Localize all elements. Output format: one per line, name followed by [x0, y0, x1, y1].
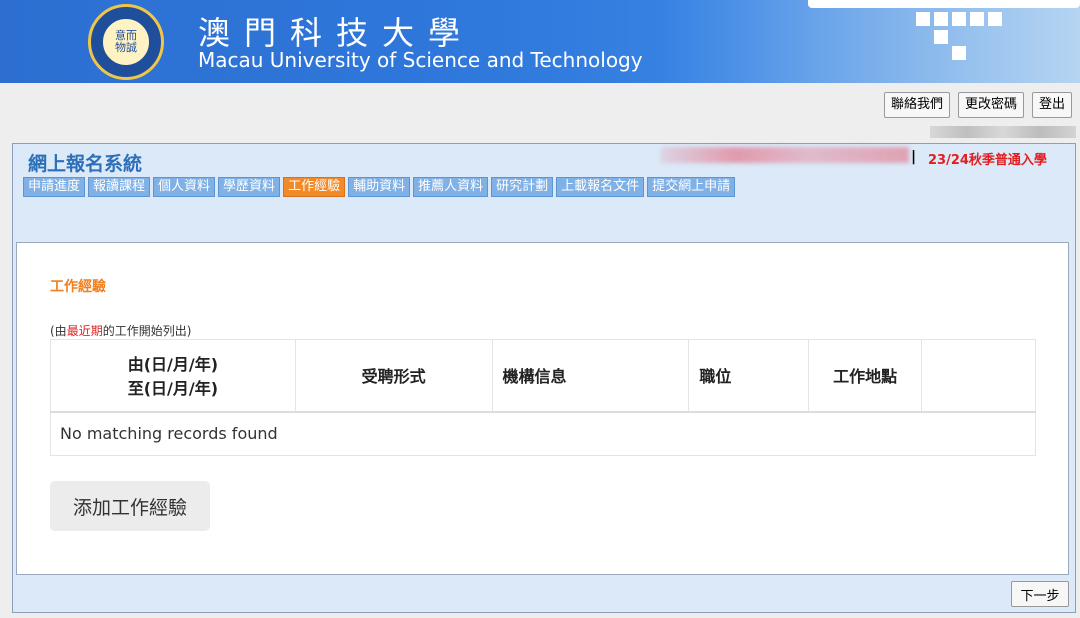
- column-header-to: 至(日/月/年): [127, 379, 219, 399]
- note-highlight: 最近期: [66, 324, 103, 338]
- tab-education[interactable]: 學歷資料: [218, 177, 281, 197]
- banner-decoration: [660, 0, 1080, 83]
- column-header-organization[interactable]: 機構信息: [492, 339, 690, 413]
- work-experience-table: 由(日/月/年) 至(日/月/年) 受聘形式 機構信息 職位 工作地點 No m…: [50, 339, 1036, 456]
- redacted-user-info: [930, 126, 1076, 138]
- section-title: 工作經驗: [50, 279, 106, 295]
- column-header-location[interactable]: 工作地點: [808, 339, 923, 413]
- column-header-position[interactable]: 職位: [688, 339, 810, 413]
- application-frame: 網上報名系統 | 23/24秋季普通入學 申請進度 報讀課程 個人資料 學歷資料…: [12, 143, 1076, 613]
- tab-personal-info[interactable]: 個人資料: [153, 177, 216, 197]
- tab-research-plan[interactable]: 研究計劃: [491, 177, 554, 197]
- logo-emblem: 意而 物誠: [101, 17, 151, 67]
- work-experience-panel: 工作經驗 (由最近期的工作開始列出) 由(日/月/年) 至(日/月/年) 受聘形…: [16, 242, 1069, 575]
- column-header-actions: [921, 339, 1036, 413]
- next-step-button[interactable]: 下一步: [1011, 581, 1069, 607]
- university-logo: 意而 物誠: [88, 4, 164, 80]
- change-password-button[interactable]: 更改密碼: [957, 92, 1024, 118]
- tab-programme[interactable]: 報讀課程: [88, 177, 151, 197]
- top-links: 聯絡我們 更改密碼 登出: [883, 92, 1072, 118]
- table-row: No matching records found: [50, 411, 1036, 456]
- tab-upload-documents[interactable]: 上載報名文件: [556, 177, 645, 197]
- column-header-employment-type[interactable]: 受聘形式: [295, 339, 493, 413]
- list-order-note: (由最近期的工作開始列出): [50, 322, 191, 339]
- add-work-experience-button[interactable]: 添加工作經驗: [50, 481, 210, 531]
- empty-table-message: No matching records found: [50, 411, 1036, 456]
- intake-label: 23/24秋季普通入學: [928, 153, 1047, 168]
- contact-us-button[interactable]: 聯絡我們: [883, 92, 950, 118]
- note-prefix: (由: [50, 324, 67, 338]
- note-suffix: 的工作開始列出): [102, 324, 192, 338]
- column-header-from: 由(日/月/年): [127, 355, 219, 375]
- tab-referees[interactable]: 推薦人資料: [413, 177, 489, 197]
- logout-button[interactable]: 登出: [1031, 92, 1072, 118]
- tab-work-experience[interactable]: 工作經驗: [283, 177, 346, 197]
- intake-separator: |: [911, 149, 917, 165]
- tab-submit-application[interactable]: 提交網上申請: [647, 177, 736, 197]
- header-banner: 意而 物誠 澳門科技大學 Macau University of Science …: [0, 0, 1080, 83]
- banner-top-box: [808, 0, 1080, 8]
- redacted-applicant-info: [661, 147, 909, 163]
- nav-tabs: 申請進度 報讀課程 個人資料 學歷資料 工作經驗 輔助資料 推薦人資料 研究計劃…: [23, 177, 736, 197]
- column-header-dates[interactable]: 由(日/月/年) 至(日/月/年): [50, 339, 296, 413]
- table-header-row: 由(日/月/年) 至(日/月/年) 受聘形式 機構信息 職位 工作地點: [50, 339, 1036, 413]
- system-title: 網上報名系統: [28, 153, 143, 175]
- tab-application-progress[interactable]: 申請進度: [23, 177, 86, 197]
- university-name-en: Macau University of Science and Technolo…: [198, 48, 643, 72]
- tab-supplementary[interactable]: 輔助資料: [348, 177, 411, 197]
